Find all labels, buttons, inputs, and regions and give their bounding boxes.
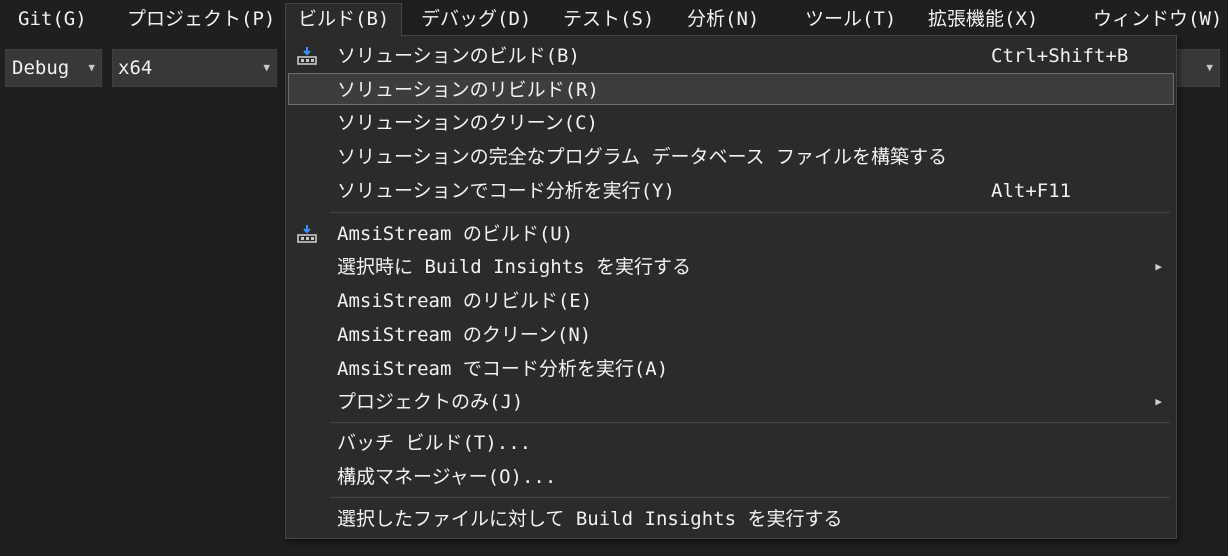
menu-item-label: ソリューションの完全なプログラム データベース ファイルを構築する xyxy=(337,146,947,168)
configuration-combo[interactable]: Debug ▼ xyxy=(5,49,102,87)
platform-combo[interactable]: x64 ▼ xyxy=(112,49,277,87)
menu-item-label: プロジェクトのみ(J) xyxy=(337,391,524,413)
submenu-arrow-icon: ▶ xyxy=(1155,395,1162,408)
menu-item-label: 構成マネージャー(O)... xyxy=(337,466,557,488)
menu-item-project-only[interactable]: プロジェクトのみ(J) ▶ xyxy=(288,386,1174,418)
menu-separator xyxy=(330,497,1170,498)
menu-item-label: AmsiStream のリビルド(E) xyxy=(337,290,593,312)
chevron-down-icon: ▼ xyxy=(263,61,270,74)
menu-item-shortcut: Alt+F11 xyxy=(991,180,1072,202)
build-menu-dropdown: ソリューションのビルド(B) Ctrl+Shift+B ソリューションのリビルド… xyxy=(285,35,1177,539)
menu-item-clean-solution[interactable]: ソリューションのクリーン(C) xyxy=(288,107,1174,139)
menu-item-label: ソリューションのクリーン(C) xyxy=(337,112,598,134)
menu-build[interactable]: ビルド(B) xyxy=(285,3,403,37)
menu-bar: Git(G) プロジェクト(P) ビルド(B) デバッグ(D) テスト(S) 分… xyxy=(0,0,1228,38)
menu-item-clean-project[interactable]: AmsiStream のクリーン(N) xyxy=(288,319,1174,351)
menu-item-configuration-manager[interactable]: 構成マネージャー(O)... xyxy=(288,461,1174,493)
menu-item-label: AmsiStream のクリーン(N) xyxy=(337,324,592,346)
menu-extensions[interactable]: 拡張機能(X) xyxy=(916,3,1050,35)
menu-item-label: 選択したファイルに対して Build Insights を実行する xyxy=(337,508,843,530)
menu-item-build-project[interactable]: AmsiStream のビルド(U) xyxy=(288,218,1174,250)
menu-item-shortcut: Ctrl+Shift+B xyxy=(991,45,1129,67)
build-icon xyxy=(297,47,317,65)
menu-item-rebuild-solution[interactable]: ソリューションのリビルド(R) xyxy=(288,73,1174,105)
menu-item-solution-code-analysis[interactable]: ソリューションでコード分析を実行(Y) Alt+F11 xyxy=(288,175,1174,207)
menu-item-label: バッチ ビルド(T)... xyxy=(337,432,532,454)
menu-debug[interactable]: デバッグ(D) xyxy=(409,3,543,35)
menu-separator xyxy=(330,212,1170,213)
submenu-arrow-icon: ▶ xyxy=(1155,260,1162,273)
menu-item-build-insights-on-selection[interactable]: 選択時に Build Insights を実行する ▶ xyxy=(288,251,1174,283)
menu-item-label: ソリューションのビルド(B) xyxy=(337,45,580,67)
menu-analyze[interactable]: 分析(N) xyxy=(675,3,771,35)
menu-item-label: ソリューションのリビルド(R) xyxy=(337,79,599,101)
menu-item-label: AmsiStream のビルド(U) xyxy=(337,223,574,245)
platform-value: x64 xyxy=(118,57,153,79)
menu-item-rebuild-project[interactable]: AmsiStream のリビルド(E) xyxy=(288,285,1174,317)
menu-test[interactable]: テスト(S) xyxy=(551,3,666,35)
build-icon xyxy=(297,225,317,243)
configuration-value: Debug xyxy=(12,57,70,79)
chevron-down-icon: ▼ xyxy=(88,61,95,74)
menu-item-label: ソリューションでコード分析を実行(Y) xyxy=(337,180,675,202)
menu-item-build-solution[interactable]: ソリューションのビルド(B) Ctrl+Shift+B xyxy=(288,40,1174,72)
menu-separator xyxy=(330,422,1170,423)
menu-tools[interactable]: ツール(T) xyxy=(793,3,908,35)
menu-item-batch-build[interactable]: バッチ ビルド(T)... xyxy=(288,427,1174,459)
menu-window[interactable]: ウィンドウ(W) xyxy=(1081,3,1228,35)
chevron-down-icon: ▼ xyxy=(1206,61,1213,74)
menu-item-project-code-analysis[interactable]: AmsiStream でコード分析を実行(A) xyxy=(288,353,1174,385)
menu-project[interactable]: プロジェクト(P) xyxy=(115,3,287,35)
menu-git[interactable]: Git(G) xyxy=(6,3,99,35)
menu-item-label: AmsiStream でコード分析を実行(A) xyxy=(337,358,669,380)
menu-item-build-insights-selected-files[interactable]: 選択したファイルに対して Build Insights を実行する xyxy=(288,503,1174,535)
menu-item-build-full-pdb[interactable]: ソリューションの完全なプログラム データベース ファイルを構築する xyxy=(288,141,1174,173)
menu-item-label: 選択時に Build Insights を実行する xyxy=(337,256,692,278)
